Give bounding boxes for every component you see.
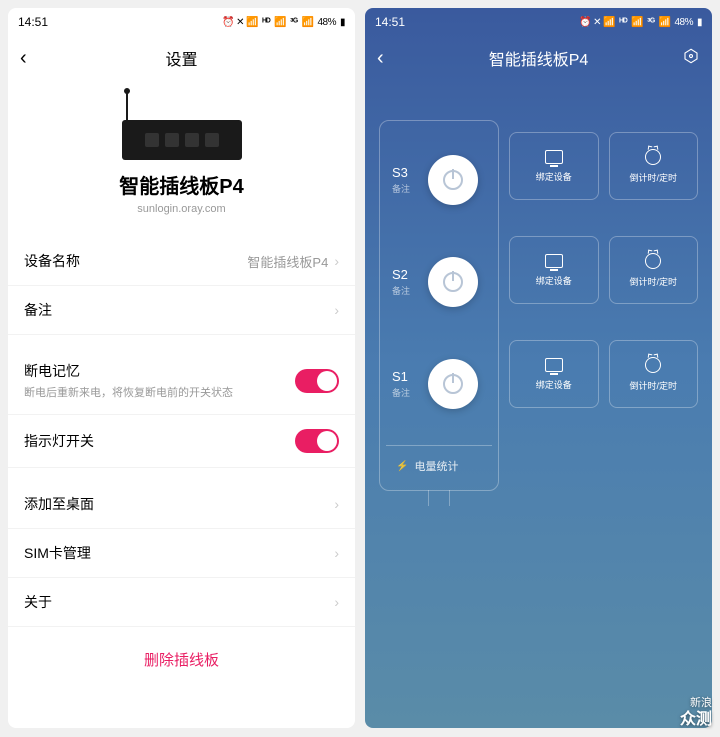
power-button-s1[interactable] bbox=[428, 359, 478, 409]
row-subtitle: 断电后重新来电，将恢复断电前的开关状态 bbox=[24, 384, 233, 400]
power-icon bbox=[443, 170, 463, 190]
tile-bind-device-s1[interactable]: 绑定设备 bbox=[509, 340, 599, 408]
row-remark[interactable]: 备注 › bbox=[8, 286, 355, 335]
socket-name: S3 bbox=[392, 165, 420, 180]
device-image bbox=[122, 100, 242, 160]
socket-note[interactable]: 备注 bbox=[392, 386, 420, 399]
delete-button[interactable]: 删除插线板 bbox=[8, 627, 355, 684]
row-device-name[interactable]: 设备名称 智能插线板P4 › bbox=[8, 237, 355, 286]
stats-label: 电量统计 bbox=[414, 458, 458, 474]
stats-button[interactable]: 电量统计 bbox=[386, 445, 492, 482]
socket-row-s2: S2 备注 bbox=[386, 231, 492, 333]
power-icon bbox=[443, 374, 463, 394]
product-name: 智能插线板P4 bbox=[8, 170, 355, 199]
product-hero: 智能插线板P4 sunlogin.oray.com bbox=[8, 80, 355, 225]
socket-name: S2 bbox=[392, 267, 420, 282]
page-title: 智能插线板P4 bbox=[489, 46, 589, 70]
statusbar: 14:51 ⏰ ✕ 📶 ᴴᴰ 📶 ³ᴳ 📶 48% ▮ bbox=[8, 8, 355, 36]
row-led-switch: 指示灯开关 bbox=[8, 415, 355, 468]
row-value: 智能插线板P4 bbox=[247, 252, 328, 271]
product-url: sunlogin.oray.com bbox=[8, 203, 355, 215]
chevron-right-icon: › bbox=[334, 545, 339, 561]
header: ‹ 智能插线板P4 bbox=[365, 36, 712, 80]
row-label: 备注 bbox=[24, 300, 52, 320]
row-label: 指示灯开关 bbox=[24, 431, 94, 451]
clock-icon bbox=[645, 357, 661, 373]
page-title: 设置 bbox=[165, 46, 197, 70]
power-button-s3[interactable] bbox=[428, 155, 478, 205]
back-icon[interactable]: ‹ bbox=[20, 47, 27, 70]
phone-settings: 14:51 ⏰ ✕ 📶 ᴴᴰ 📶 ³ᴳ 📶 48% ▮ ‹ 设置 智能插线板P4… bbox=[8, 8, 355, 728]
socket-note[interactable]: 备注 bbox=[392, 182, 420, 195]
row-label: 添加至桌面 bbox=[24, 494, 94, 514]
tiles-column: 绑定设备 倒计时/定时 绑定设备 倒计时/定时 bbox=[509, 120, 698, 491]
socket-row-s3: S3 备注 bbox=[386, 129, 492, 231]
toggle-led[interactable] bbox=[295, 429, 339, 453]
power-button-s2[interactable] bbox=[428, 257, 478, 307]
status-indicators: ⏰ ✕ 📶 ᴴᴰ 📶 ³ᴳ 📶 48% ▮ bbox=[222, 17, 345, 28]
chevron-right-icon: › bbox=[334, 253, 339, 269]
phone-control: 14:51 ⏰ ✕ 📶 ᴴᴰ 📶 ³ᴳ 📶 48% ▮ ‹ 智能插线板P4 S3… bbox=[365, 8, 712, 728]
tile-bind-device-s2[interactable]: 绑定设备 bbox=[509, 236, 599, 304]
monitor-icon bbox=[545, 150, 563, 164]
settings-icon[interactable] bbox=[682, 47, 700, 70]
statusbar: 14:51 ⏰ ✕ 📶 ᴴᴰ 📶 ³ᴳ 📶 48% ▮ bbox=[365, 8, 712, 36]
socket-name: S1 bbox=[392, 369, 420, 384]
clock-icon bbox=[645, 253, 661, 269]
back-icon[interactable]: ‹ bbox=[377, 47, 384, 70]
bolt-icon bbox=[396, 460, 408, 472]
status-indicators: ⏰ ✕ 📶 ᴴᴰ 📶 ³ᴳ 📶 48% ▮ bbox=[579, 17, 702, 28]
power-icon bbox=[443, 272, 463, 292]
chevron-right-icon: › bbox=[334, 496, 339, 512]
toggle-power-memory[interactable] bbox=[295, 369, 339, 393]
tile-timer-s1[interactable]: 倒计时/定时 bbox=[609, 340, 699, 408]
tile-bind-device-s3[interactable]: 绑定设备 bbox=[509, 132, 599, 200]
row-label: 设备名称 bbox=[24, 251, 80, 271]
row-label: 断电记忆 bbox=[24, 361, 233, 381]
socket-note[interactable]: 备注 bbox=[392, 284, 420, 297]
row-add-desktop[interactable]: 添加至桌面 › bbox=[8, 480, 355, 529]
chevron-right-icon: › bbox=[334, 594, 339, 610]
status-time: 14:51 bbox=[18, 15, 48, 29]
tile-timer-s3[interactable]: 倒计时/定时 bbox=[609, 132, 699, 200]
row-sim[interactable]: SIM卡管理 › bbox=[8, 529, 355, 578]
row-label: 关于 bbox=[24, 592, 52, 612]
monitor-icon bbox=[545, 358, 563, 372]
row-label: SIM卡管理 bbox=[24, 543, 91, 563]
row-power-memory: 断电记忆 断电后重新来电，将恢复断电前的开关状态 bbox=[8, 347, 355, 415]
clock-icon bbox=[645, 149, 661, 165]
socket-column: S3 备注 S2 备注 S1 备注 bbox=[379, 120, 499, 491]
row-about[interactable]: 关于 › bbox=[8, 578, 355, 627]
header: ‹ 设置 bbox=[8, 36, 355, 80]
status-time: 14:51 bbox=[375, 15, 405, 29]
chevron-right-icon: › bbox=[334, 302, 339, 318]
socket-row-s1: S1 备注 bbox=[386, 333, 492, 435]
watermark: 新浪 众测 bbox=[680, 697, 712, 729]
tile-timer-s2[interactable]: 倒计时/定时 bbox=[609, 236, 699, 304]
monitor-icon bbox=[545, 254, 563, 268]
